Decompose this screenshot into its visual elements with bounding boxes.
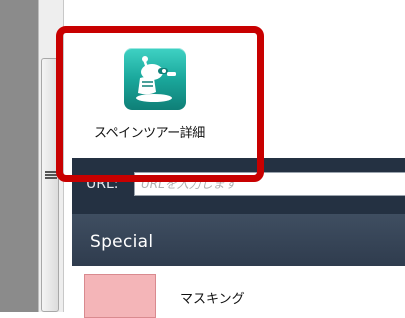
app-tile-label[interactable]: スペインツアー詳細 bbox=[94, 122, 224, 141]
main-content: スペインツアー詳細 URL: Special マスキング bbox=[72, 0, 405, 318]
section-title: Special bbox=[90, 232, 154, 252]
splitter-grip-icon[interactable] bbox=[42, 170, 60, 182]
left-panel-background bbox=[0, 0, 39, 312]
masking-swatch[interactable] bbox=[84, 274, 156, 318]
url-label: URL: bbox=[86, 176, 119, 192]
url-input[interactable] bbox=[134, 172, 405, 196]
list-item-label[interactable]: マスキング bbox=[180, 288, 245, 307]
snail-robot-icon bbox=[136, 56, 176, 102]
scrollbar-thumb[interactable] bbox=[41, 58, 59, 312]
app-tile-spain-tour[interactable] bbox=[124, 48, 186, 110]
vertical-scrollbar[interactable] bbox=[38, 0, 64, 312]
